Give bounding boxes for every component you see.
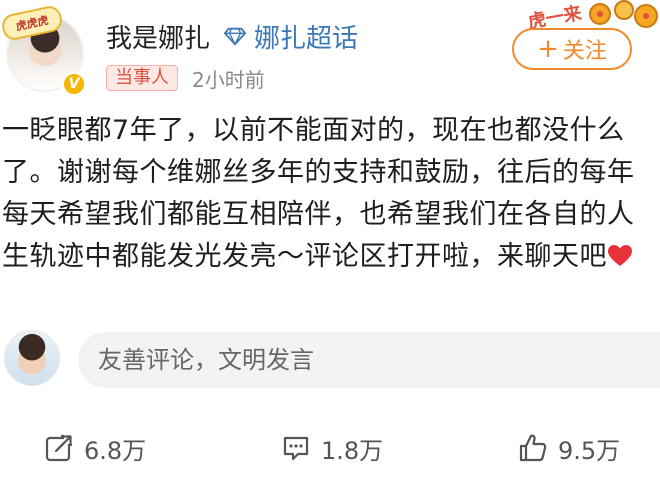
comment-composer — [0, 326, 660, 396]
super-topic-link[interactable]: 娜扎超话 — [254, 18, 358, 55]
like-count: 9.5万 — [558, 436, 621, 465]
thumbs-up-icon — [519, 434, 547, 462]
diamond-icon — [224, 27, 247, 46]
repost-count: 6.8万 — [84, 436, 147, 465]
author-name-row: 我是娜扎 娜扎超话 — [106, 18, 358, 54]
action-bar: 6.8万 1.8万 9.5万 — [0, 418, 660, 478]
comment-count: 1.8万 — [321, 436, 384, 465]
like-button[interactable]: 9.5万 — [518, 430, 620, 466]
heart-emoji-icon — [608, 245, 632, 266]
author-avatar-container[interactable]: 虎虎虎 V — [0, 4, 86, 96]
follow-label: 关注 — [562, 39, 607, 64]
comment-input[interactable] — [78, 332, 660, 388]
follow-button[interactable]: + 关注 — [512, 28, 632, 70]
comment-button[interactable]: 1.8万 — [281, 430, 383, 466]
comment-icon — [283, 436, 309, 461]
author-username[interactable]: 我是娜扎 — [106, 18, 210, 55]
repost-button[interactable]: 6.8万 — [44, 430, 146, 466]
role-tag: 当事人 — [106, 65, 178, 91]
post-text-content: 一眨眼都7年了，以前不能面对的，现在也都没什么了。谢谢每个维娜丝多年的支持和鼓励… — [2, 115, 635, 272]
plus-icon: + — [537, 34, 559, 64]
post-header: 虎虎虎 V 我是娜扎 娜扎超话 当事人 2小时前 虎一来 + 关注 — [0, 0, 660, 110]
post-meta-row: 当事人 2小时前 — [106, 64, 265, 92]
repost-icon — [45, 434, 74, 462]
verified-v-icon: V — [62, 72, 86, 96]
current-user-avatar[interactable] — [4, 330, 60, 386]
post-timestamp: 2小时前 — [192, 67, 265, 92]
follow-area: 虎一来 + 关注 — [500, 0, 660, 90]
post-body-text: 一眨眼都7年了，以前不能面对的，现在也都没什么了。谢谢每个维娜丝多年的支持和鼓励… — [0, 110, 660, 278]
